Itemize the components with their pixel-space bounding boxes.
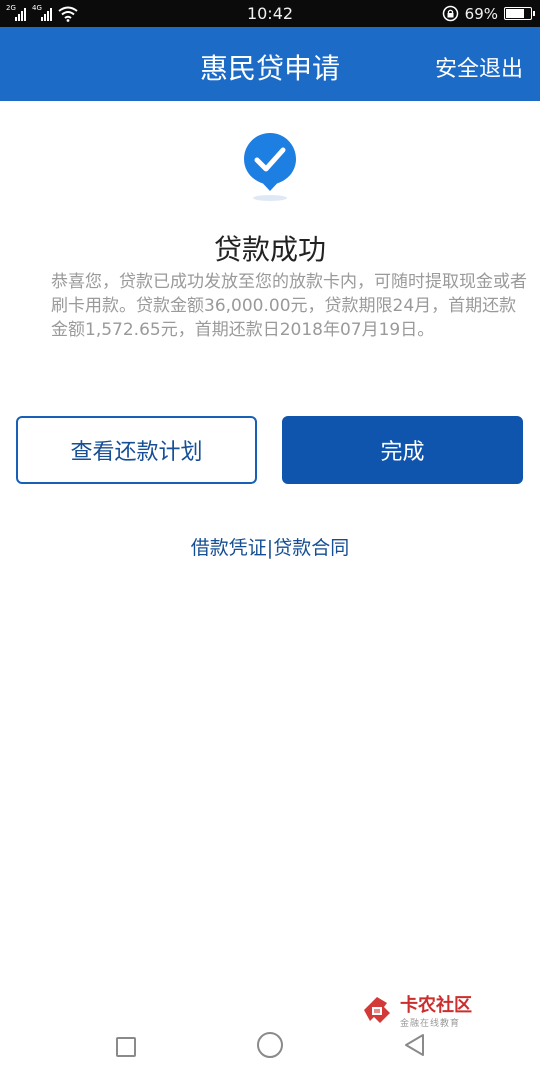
back-icon[interactable] xyxy=(402,1032,428,1058)
loan-voucher-link[interactable]: 借款凭证 xyxy=(191,537,267,559)
status-icons-right: 69% xyxy=(442,3,535,24)
battery-icon xyxy=(504,7,535,20)
result-description: 恭喜您，贷款已成功发放至您的放款卡内，可随时提取现金或者刷卡用款。贷款金额36,… xyxy=(51,272,527,340)
view-repayment-plan-button[interactable]: 查看还款计划 xyxy=(16,416,257,484)
done-button[interactable]: 完成 xyxy=(282,416,523,484)
result-title: 贷款成功 xyxy=(213,233,326,266)
home-icon[interactable] xyxy=(257,1032,283,1058)
recent-apps-icon[interactable] xyxy=(116,1037,136,1057)
status-bar: 2G 4G 10:42 69% xyxy=(0,0,540,27)
battery-percent: 69% xyxy=(464,4,498,23)
system-nav-bar xyxy=(0,1005,540,1080)
battery-level-fill xyxy=(506,9,524,18)
loan-contract-link[interactable]: 贷款合同 xyxy=(273,537,349,559)
rotation-lock-icon xyxy=(442,5,458,22)
document-links: 借款凭证|贷款合同 xyxy=(0,533,540,560)
app-header: 惠民贷申请 安全退出 xyxy=(0,27,540,101)
check-badge-icon xyxy=(244,133,296,201)
logout-button[interactable]: 安全退出 xyxy=(435,51,523,83)
